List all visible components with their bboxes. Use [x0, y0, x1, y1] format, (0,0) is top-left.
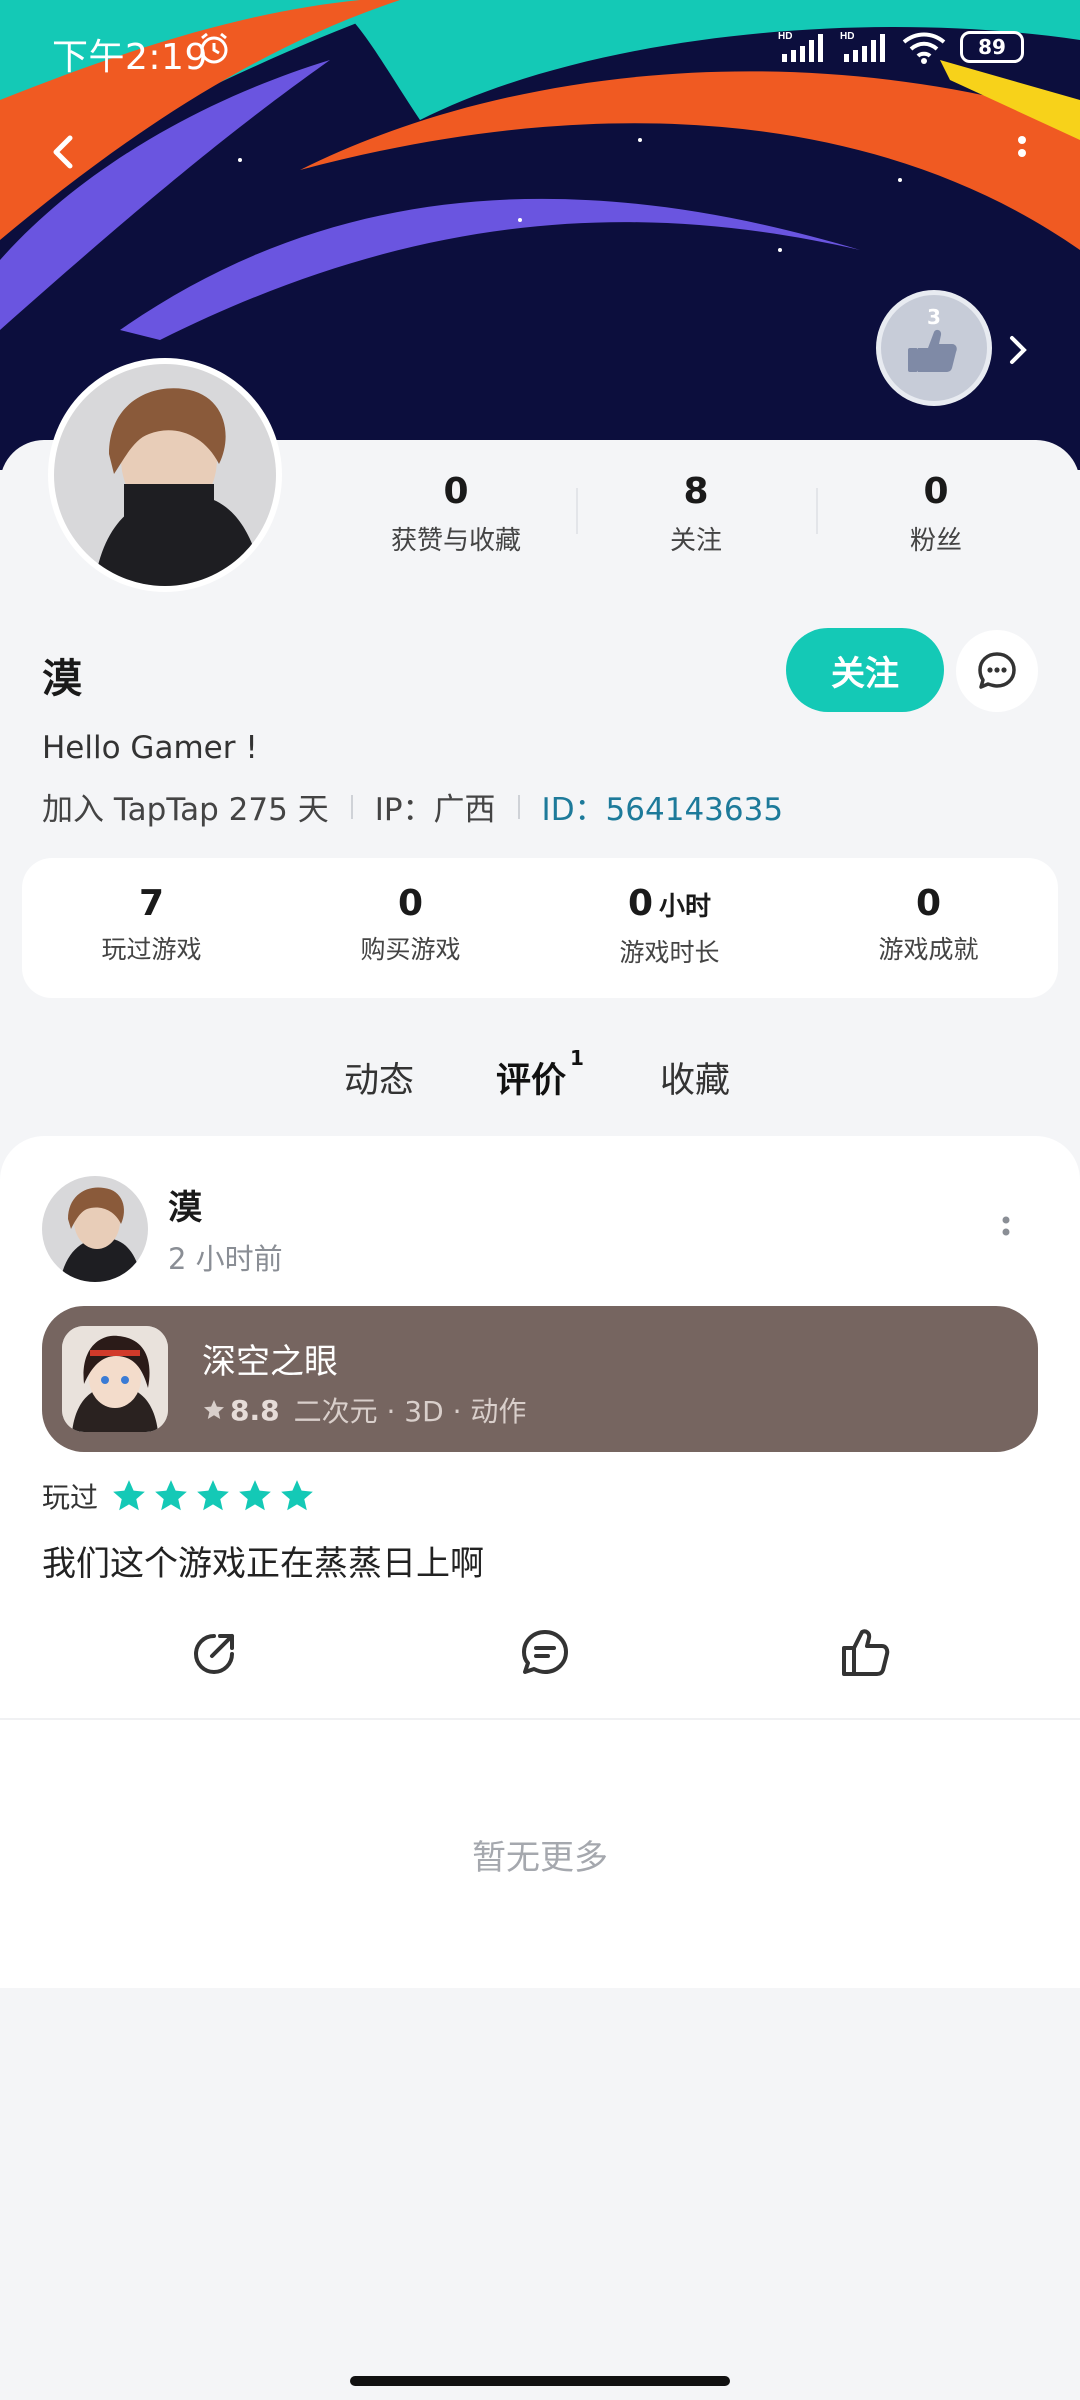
review-timestamp: 2 小时前 — [168, 1242, 283, 1276]
back-button[interactable] — [36, 122, 96, 182]
chat-bubble-icon — [978, 652, 1016, 689]
comment-button[interactable] — [516, 1624, 574, 1682]
thumbs-up-icon — [842, 1629, 890, 1676]
stat-fans-label: 粉丝 — [909, 526, 962, 556]
game-tags: 二次元 · 3D · 动作 — [293, 1395, 527, 1428]
gstat-achievements-label: 游戏成就 — [878, 935, 979, 964]
badge-chevron-icon[interactable] — [1004, 330, 1034, 374]
game-cover-image — [62, 1326, 168, 1432]
rating-star-icon — [197, 1480, 229, 1511]
tab-reviews-label: 评价 — [496, 1061, 567, 1101]
more-vertical-icon — [1002, 1216, 1010, 1236]
back-arrow-icon — [53, 135, 73, 169]
svg-text:HD: HD — [840, 31, 854, 42]
reviewed-game-card[interactable]: 深空之眼 8.8 二次元 · 3D · 动作 — [42, 1306, 1038, 1452]
wifi-icon — [902, 32, 946, 64]
message-button[interactable] — [956, 630, 1038, 712]
meta-divider — [350, 794, 353, 819]
rating-stars — [110, 1477, 316, 1515]
gstat-achievements[interactable]: 0 游戏成就 — [799, 858, 1058, 998]
review-author-avatar[interactable] — [42, 1176, 148, 1282]
avatar-image — [54, 364, 276, 586]
signal-icon: HD — [778, 31, 823, 62]
stat-following-label: 关注 — [669, 526, 722, 556]
section-divider — [0, 1718, 1080, 1720]
more-vertical-icon — [1018, 136, 1026, 157]
tab-favorites-label: 收藏 — [660, 1061, 731, 1101]
gstat-played[interactable]: 7 玩过游戏 — [22, 858, 281, 998]
profile-avatar[interactable] — [48, 358, 282, 592]
more-options-button[interactable] — [1012, 130, 1032, 176]
game-icon — [62, 1326, 168, 1432]
played-label: 玩过 — [42, 1481, 99, 1514]
user-id[interactable]: ID：564143635 — [542, 784, 784, 829]
game-score: 8.8 — [202, 1394, 280, 1427]
social-stats: 0 获赞与收藏 8 关注 0 粉丝 — [336, 470, 1056, 556]
home-indicator[interactable] — [350, 2376, 730, 2386]
gstat-played-count: 7 — [138, 883, 165, 924]
gstat-bought-label: 购买游戏 — [360, 935, 461, 964]
badge-level: 3 — [927, 305, 941, 329]
review-author-name[interactable]: 漠 — [168, 1180, 202, 1229]
tab-activity-label: 动态 — [344, 1061, 415, 1101]
gstat-bought[interactable]: 0 购买游戏 — [281, 858, 540, 998]
profile-tabs: 动态 评价 1 收藏 — [0, 1040, 1080, 1120]
rating-star-icon — [239, 1480, 271, 1511]
rating-star-icon — [281, 1480, 313, 1511]
stat-likes-label: 获赞与收藏 — [390, 526, 521, 556]
svg-text:HD: HD — [778, 31, 792, 42]
game-score-value: 8.8 — [230, 1393, 280, 1427]
gstat-playtime-count: 0 — [627, 883, 654, 924]
review-text: 我们这个游戏正在蒸蒸日上啊 — [42, 1544, 484, 1584]
game-stats-card: 7 玩过游戏 0 购买游戏 0 小时 游戏时长 0 游戏成就 — [22, 858, 1058, 998]
profile-meta: 加入 TapTap 275 天 IP：广西 ID：564143635 — [42, 784, 783, 829]
status-bar: 下午2:19 HD HD 89 — [0, 0, 1080, 100]
stat-likes[interactable]: 0 获赞与收藏 — [336, 470, 576, 556]
gstat-playtime[interactable]: 0 小时 游戏时长 — [540, 858, 799, 998]
battery-indicator: 89 — [960, 31, 1024, 63]
gstat-playtime-label: 游戏时长 — [619, 938, 720, 967]
gstat-played-label: 玩过游戏 — [101, 935, 202, 964]
review-card: 漠 2 小时前 深空之眼 8.8 二次元 · 3D · 动作 玩过 我们这个游戏… — [0, 1136, 1080, 1988]
tab-activity[interactable]: 动态 — [344, 1052, 414, 1103]
ip-location: IP：广西 — [374, 792, 496, 828]
game-meta: 8.8 二次元 · 3D · 动作 — [202, 1390, 526, 1430]
stat-following[interactable]: 8 关注 — [576, 470, 816, 556]
comment-icon — [522, 1630, 568, 1674]
rating-star-icon — [155, 1480, 187, 1511]
stat-fans-count: 0 — [923, 471, 949, 512]
gstat-bought-count: 0 — [397, 883, 424, 924]
like-button[interactable] — [836, 1624, 894, 1682]
gstat-playtime-unit: 小时 — [659, 892, 712, 922]
status-time: 下午2:19 — [52, 37, 208, 78]
level-badge[interactable]: 3 — [876, 290, 992, 406]
alarm-icon — [196, 30, 232, 70]
stat-following-count: 8 — [683, 471, 709, 512]
played-rating: 玩过 — [42, 1476, 316, 1516]
stat-fans[interactable]: 0 粉丝 — [816, 470, 1056, 556]
gstat-achievements-count: 0 — [915, 883, 942, 924]
join-days: 加入 TapTap 275 天 — [42, 792, 329, 828]
profile-username: 漠 — [42, 656, 82, 702]
profile-bio: Hello Gamer ! — [42, 730, 258, 766]
rating-star-icon — [113, 1480, 145, 1511]
game-title: 深空之眼 — [202, 1342, 338, 1382]
review-more-button[interactable] — [1000, 1212, 1012, 1252]
share-button[interactable] — [186, 1624, 244, 1682]
meta-divider — [517, 794, 520, 819]
share-icon — [193, 1634, 234, 1675]
status-icons: HD HD 89 — [778, 30, 1024, 64]
tab-favorites[interactable]: 收藏 — [660, 1052, 730, 1103]
follow-button[interactable]: 关注 — [786, 628, 944, 712]
star-icon — [204, 1400, 224, 1419]
tab-reviews-count: 1 — [570, 1046, 584, 1070]
tab-reviews[interactable]: 评价 1 — [496, 1046, 584, 1103]
author-avatar-image — [42, 1176, 148, 1282]
no-more-text: 暂无更多 — [472, 1838, 608, 1878]
stat-likes-count: 0 — [443, 471, 469, 512]
review-actions — [0, 1616, 1080, 1696]
signal-icon-2: HD — [840, 31, 885, 62]
